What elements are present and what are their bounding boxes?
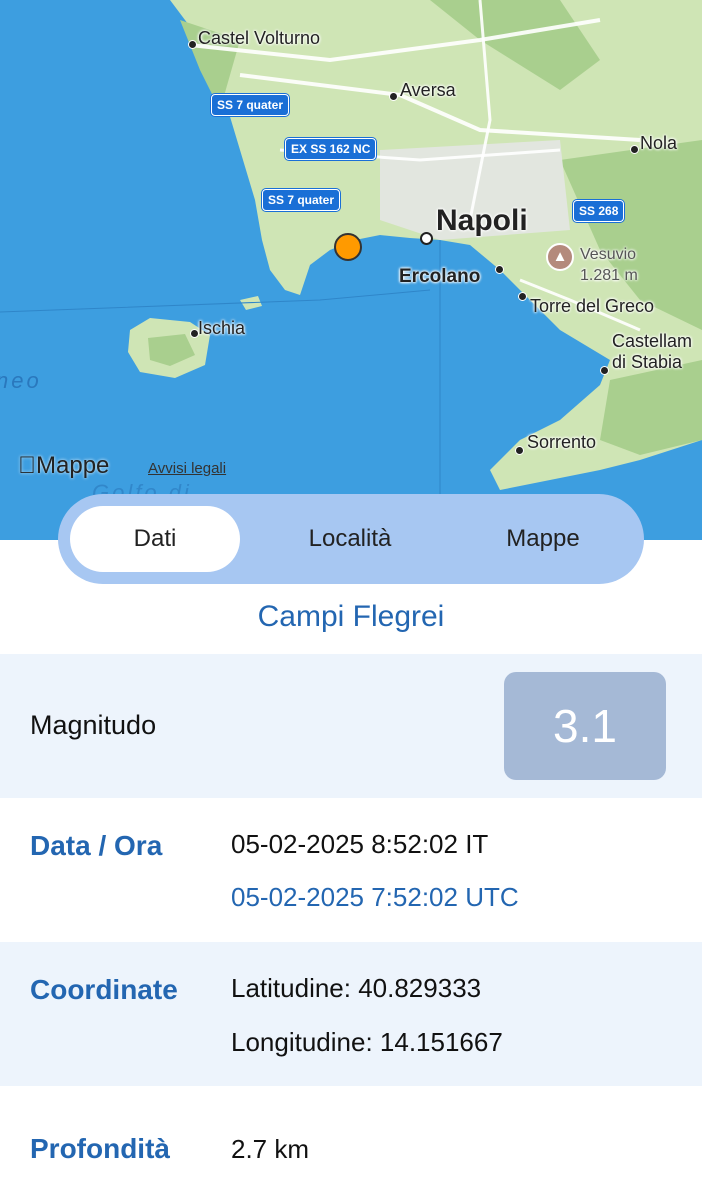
segment-mappe[interactable]: Mappe — [453, 506, 633, 572]
volcano-icon[interactable]: ▲ — [546, 243, 574, 271]
road-shield: SS 7 quater — [262, 189, 341, 211]
road-shield: SS 268 — [573, 200, 625, 222]
place-dot — [188, 40, 197, 49]
place-sorrento: Sorrento — [527, 432, 597, 452]
place-aversa: Aversa — [400, 80, 456, 100]
place-dot — [389, 92, 398, 101]
place-dot — [600, 366, 609, 375]
place-castellammare-2: di Stabia — [612, 352, 683, 372]
depth-label: Profondità — [30, 1133, 170, 1164]
road-shield: SS 7 quater — [211, 94, 290, 116]
map-view[interactable]: Castel Volturno Aversa Nola Napoli Ercol… — [0, 0, 702, 540]
segmented-control: Dati Località Mappe — [58, 494, 644, 584]
apple-logo-icon:  — [18, 452, 36, 479]
place-dot — [495, 265, 504, 274]
place-nola: Nola — [640, 133, 678, 153]
place-dot — [518, 292, 527, 301]
segment-dati[interactable]: Dati — [70, 506, 240, 572]
place-castel-volturno: Castel Volturno — [198, 28, 321, 48]
place-castellammare: Castellam — [612, 331, 693, 351]
datetime-row: Data / Ora 05-02-2025 8:52:02 IT 05-02-2… — [0, 798, 702, 942]
city-marker — [420, 232, 433, 245]
place-ischia: Ischia — [198, 318, 246, 338]
legal-notices-link[interactable]: Avvisi legali — [148, 460, 226, 477]
sea-label: neo — [0, 368, 42, 393]
place-dot — [515, 446, 524, 455]
longitude-value: Longitudine: 14.151667 — [231, 1027, 503, 1057]
datetime-utc: 05-02-2025 7:52:02 UTC — [231, 882, 519, 912]
place-dot — [630, 145, 639, 154]
place-dot — [190, 329, 199, 338]
attribution-text: Mappe — [18, 452, 109, 479]
datetime-local: 05-02-2025 8:52:02 IT — [231, 829, 489, 859]
coordinates-row: Coordinate Latitudine: 40.829333 Longitu… — [0, 942, 702, 1086]
road-shield: EX SS 162 NC — [285, 138, 377, 160]
magnitude-label: Magnitudo — [30, 710, 157, 740]
vesuvio-height: 1.281 m — [580, 267, 638, 284]
depth-row: Profondità 2.7 km — [0, 1086, 702, 1199]
maps-attribution: Mappe — [18, 452, 109, 480]
place-napoli: Napoli — [436, 204, 528, 237]
segment-localita[interactable]: Località — [260, 506, 440, 572]
magnitude-row: Magnitudo 3.1 — [0, 654, 702, 798]
area-title: Campi Flegrei — [257, 600, 445, 633]
earthquake-marker[interactable] — [334, 233, 362, 261]
place-torre-del-greco: Torre del Greco — [530, 296, 655, 316]
magnitude-badge: 3.1 — [504, 672, 666, 780]
place-vesuvio: Vesuvio — [580, 246, 637, 263]
coordinates-label: Coordinate — [30, 974, 178, 1005]
place-ercolano: Ercolano — [399, 266, 481, 287]
latitude-value: Latitudine: 40.829333 — [231, 973, 482, 1003]
depth-value: 2.7 km — [231, 1134, 310, 1164]
datetime-label: Data / Ora — [30, 830, 163, 861]
